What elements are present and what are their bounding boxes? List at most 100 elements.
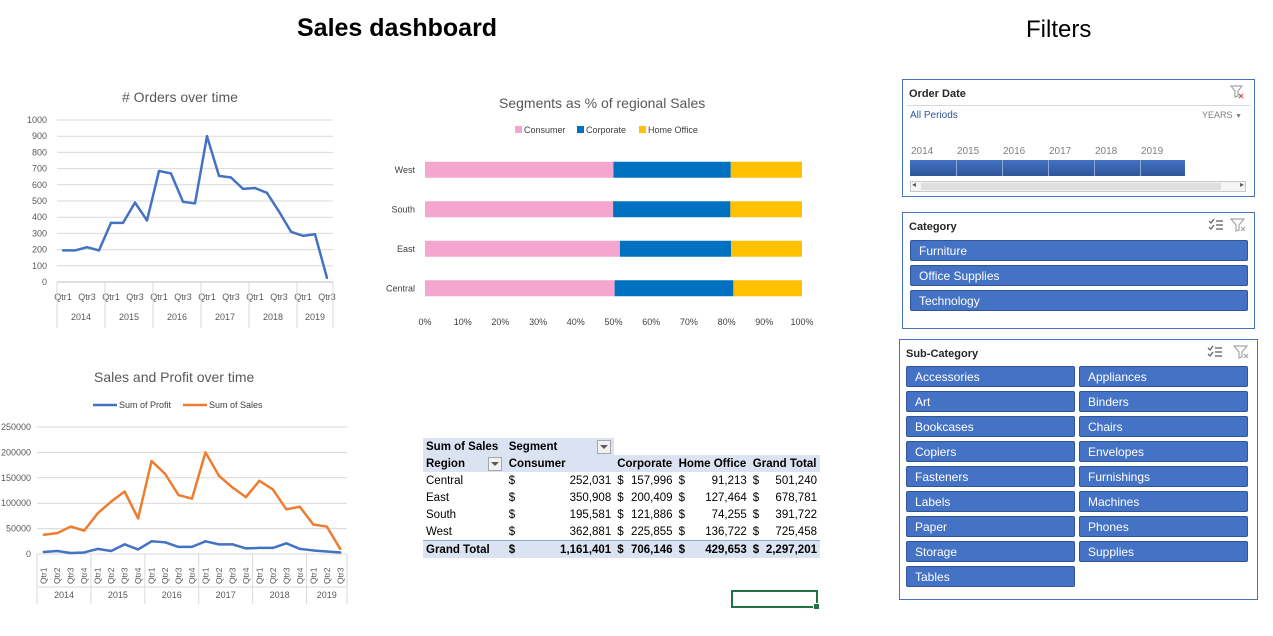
data-point[interactable] (109, 549, 113, 553)
data-point[interactable] (277, 210, 281, 213)
data-point[interactable] (177, 493, 180, 497)
data-point[interactable] (61, 249, 65, 252)
data-point[interactable] (123, 490, 126, 493)
data-point[interactable] (258, 546, 261, 550)
data-point[interactable] (231, 486, 234, 489)
data-point[interactable] (42, 550, 45, 554)
data-point[interactable] (136, 548, 140, 551)
data-point[interactable] (85, 245, 89, 249)
sub-category-item-paper[interactable]: Paper (906, 516, 1075, 537)
data-point[interactable] (163, 541, 167, 544)
data-point[interactable] (217, 543, 221, 546)
data-point[interactable] (190, 545, 194, 549)
data-point[interactable] (157, 169, 161, 173)
data-point[interactable] (181, 200, 185, 204)
data-point[interactable] (193, 202, 197, 205)
bar-segment[interactable] (425, 240, 620, 257)
orders-chart[interactable]: 01002003004005006007008009001000Qtr1 Qtr3… (0, 108, 345, 328)
data-point[interactable] (82, 529, 86, 532)
sub-category-item-furnishings[interactable]: Furnishings (1079, 466, 1248, 487)
category-item-technology[interactable]: Technology (910, 290, 1248, 311)
segment-filter-dropdown[interactable] (596, 439, 611, 454)
bar-segment[interactable] (730, 201, 802, 218)
data-point[interactable] (325, 276, 329, 280)
data-point[interactable] (298, 505, 302, 508)
timeline-year-label[interactable]: 2018 (1095, 146, 1117, 157)
data-point[interactable] (56, 531, 59, 535)
sub-category-item-machines[interactable]: Machines (1079, 491, 1248, 512)
data-point[interactable] (298, 547, 302, 551)
data-point[interactable] (190, 497, 194, 500)
data-point[interactable] (325, 550, 328, 553)
timeline-year-label[interactable]: 2017 (1049, 146, 1071, 157)
bar-segment[interactable] (425, 201, 614, 218)
category-item-office-supplies[interactable]: Office Supplies (910, 265, 1248, 286)
multi-select-icon[interactable] (1207, 345, 1223, 359)
clear-filter-icon[interactable] (1230, 218, 1246, 232)
data-point[interactable] (109, 500, 113, 503)
data-point[interactable] (271, 488, 275, 491)
data-point[interactable] (121, 221, 125, 225)
scroll-left-icon[interactable]: ◂ (912, 180, 916, 189)
data-point[interactable] (312, 549, 315, 552)
orders-series-line[interactable] (63, 134, 329, 279)
data-point[interactable] (136, 517, 140, 520)
selected-cell[interactable] (731, 590, 820, 610)
bar-segment[interactable] (613, 161, 731, 178)
bar-segment[interactable] (425, 161, 614, 178)
bar-segment[interactable] (733, 280, 802, 297)
segments-chart[interactable]: Consumer Corporate Home Office 0% 10% 20% 30% 4… (370, 118, 820, 333)
scroll-right-icon[interactable]: ▸ (1240, 180, 1244, 189)
bar-segment[interactable] (425, 280, 615, 297)
data-point[interactable] (325, 525, 328, 528)
data-point[interactable] (69, 551, 72, 555)
bar-segment[interactable] (731, 240, 802, 257)
timeline-year-label[interactable]: 2015 (957, 146, 979, 157)
data-point[interactable] (229, 176, 233, 179)
data-point[interactable] (339, 551, 342, 554)
data-point[interactable] (285, 542, 288, 545)
data-point[interactable] (258, 479, 261, 483)
sub-category-item-fasteners[interactable]: Fasteners (906, 466, 1075, 487)
sales-series-line[interactable] (43, 451, 342, 550)
clear-filter-icon[interactable] (1230, 85, 1244, 99)
data-point[interactable] (231, 543, 234, 546)
multi-select-icon[interactable] (1208, 218, 1224, 232)
data-point[interactable] (204, 451, 207, 454)
data-point[interactable] (69, 525, 72, 528)
sub-category-item-bookcases[interactable]: Bookcases (906, 416, 1075, 437)
data-point[interactable] (82, 551, 86, 554)
timeline-year-label[interactable]: 2019 (1141, 146, 1163, 157)
sub-category-item-labels[interactable]: Labels (906, 491, 1075, 512)
timeline-year-label[interactable]: 2014 (911, 146, 933, 157)
data-point[interactable] (301, 234, 305, 238)
region-filter-dropdown[interactable] (488, 456, 503, 471)
sub-category-item-appliances[interactable]: Appliances (1079, 366, 1248, 387)
data-point[interactable] (312, 523, 315, 526)
data-point[interactable] (217, 474, 221, 477)
data-point[interactable] (204, 540, 207, 543)
sub-category-item-storage[interactable]: Storage (906, 541, 1075, 562)
data-point[interactable] (109, 221, 113, 225)
sub-category-item-binders[interactable]: Binders (1079, 391, 1248, 412)
data-point[interactable] (96, 512, 99, 515)
data-point[interactable] (56, 549, 59, 553)
sub-category-item-tables[interactable]: Tables (906, 566, 1075, 587)
sub-category-item-supplies[interactable]: Supplies (1079, 541, 1248, 562)
bar-segment[interactable] (619, 240, 732, 257)
bar-segment[interactable] (614, 280, 734, 297)
bar-segment[interactable] (613, 201, 731, 218)
data-point[interactable] (97, 249, 101, 252)
timeline-year-label[interactable]: 2016 (1003, 146, 1025, 157)
data-point[interactable] (73, 249, 77, 252)
data-point[interactable] (217, 174, 221, 178)
data-point[interactable] (241, 187, 245, 191)
sub-category-item-chairs[interactable]: Chairs (1079, 416, 1248, 437)
scroll-thumb[interactable] (921, 183, 1221, 190)
data-point[interactable] (289, 230, 293, 233)
data-point[interactable] (265, 191, 269, 195)
timeline-scrollbar[interactable]: ◂ ▸ (910, 180, 1246, 192)
clear-filter-icon[interactable] (1233, 345, 1249, 359)
sub-category-item-accessories[interactable]: Accessories (906, 366, 1075, 387)
data-point[interactable] (253, 186, 257, 190)
